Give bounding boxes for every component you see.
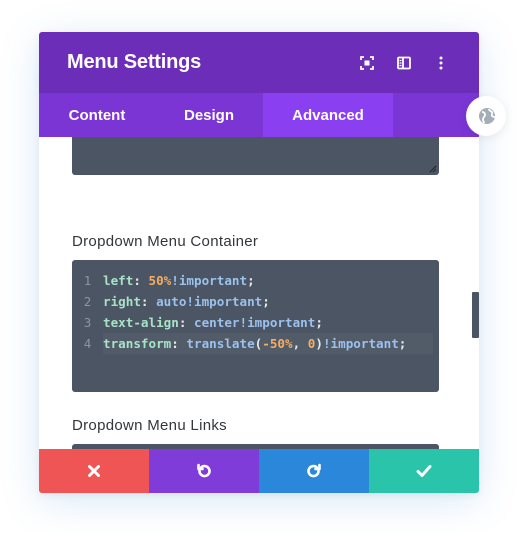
tab-design[interactable]: Design: [155, 93, 263, 137]
redo-icon: [307, 463, 321, 478]
undo-icon: [197, 463, 211, 478]
settings-modal: Menu Settings Content Design Advanced Dr…: [39, 32, 479, 493]
code-line: 4 transform: translate(-50%, 0)!important…: [72, 333, 439, 354]
code-text: text-align: center!important;: [103, 312, 323, 333]
css-property: right: [103, 294, 141, 309]
css-property: left: [103, 273, 134, 288]
css-value-token: ;: [398, 336, 407, 351]
css-colon: :: [140, 294, 157, 309]
line-number: 2: [83, 294, 92, 309]
code-text: right: auto!important;: [103, 291, 270, 312]
css-value-token: ): [315, 336, 323, 351]
css-property: transform: [103, 336, 172, 351]
css-value-token: ;: [247, 273, 255, 288]
save-button[interactable]: [369, 449, 479, 493]
check-icon: [416, 465, 432, 477]
line-number: 1: [83, 273, 92, 288]
modal-header: Menu Settings: [39, 32, 479, 93]
css-textarea-previous[interactable]: [72, 137, 439, 175]
css-value-token: translate: [186, 336, 255, 351]
sidebar-toggle-icon[interactable]: [394, 53, 414, 73]
tab-bar: Content Design Advanced: [39, 93, 479, 137]
css-value-token: -50%: [262, 336, 293, 351]
css-value-token: ,: [292, 336, 308, 351]
undo-button[interactable]: [149, 449, 259, 493]
css-value-token: 50%: [148, 273, 172, 288]
css-value-token: auto!important: [156, 294, 263, 309]
css-value-token: ;: [315, 315, 323, 330]
code-text: left: 50%!important;: [103, 270, 255, 291]
line-number: 3: [83, 315, 92, 330]
line-number: 4: [83, 336, 92, 351]
css-code-editor-dropdown-container[interactable]: 1 left: 50%!important; 2 right: auto!import…: [72, 260, 439, 392]
resize-handle-icon[interactable]: [429, 165, 437, 173]
tab-content[interactable]: Content: [39, 93, 155, 137]
css-value-token: center!important: [194, 315, 316, 330]
modal-footer: [39, 449, 479, 493]
code-line: 3 text-align: center!important;: [72, 312, 439, 333]
field-label-dropdown-container: Dropdown Menu Container: [72, 233, 259, 250]
tab-advanced[interactable]: Advanced: [263, 93, 393, 137]
redo-button[interactable]: [259, 449, 369, 493]
settings-body: Dropdown Menu Container 1 left: 50%!impor…: [39, 137, 479, 449]
css-property: text-align: [103, 315, 179, 330]
css-colon: :: [178, 315, 194, 330]
cancel-button[interactable]: [39, 449, 149, 493]
field-label-dropdown-links: Dropdown Menu Links: [72, 417, 227, 434]
more-vertical-icon[interactable]: [431, 53, 451, 73]
css-value-token: !important: [171, 273, 248, 288]
globe-icon: [479, 108, 496, 124]
scrollbar-thumb[interactable]: [472, 292, 479, 338]
css-value-token: ;: [262, 294, 270, 309]
css-colon: :: [133, 273, 149, 288]
global-presets-button[interactable]: [466, 96, 506, 136]
css-value-token: !important: [322, 336, 399, 351]
fullscreen-icon[interactable]: [357, 53, 377, 73]
code-line: 2 right: auto!important;: [72, 291, 439, 312]
css-colon: :: [171, 336, 187, 351]
close-icon: [88, 465, 100, 477]
code-line: 1 left: 50%!important;: [72, 270, 439, 291]
modal-title: Menu Settings: [67, 51, 202, 73]
code-text: transform: translate(-50%, 0)!important;: [103, 333, 406, 354]
